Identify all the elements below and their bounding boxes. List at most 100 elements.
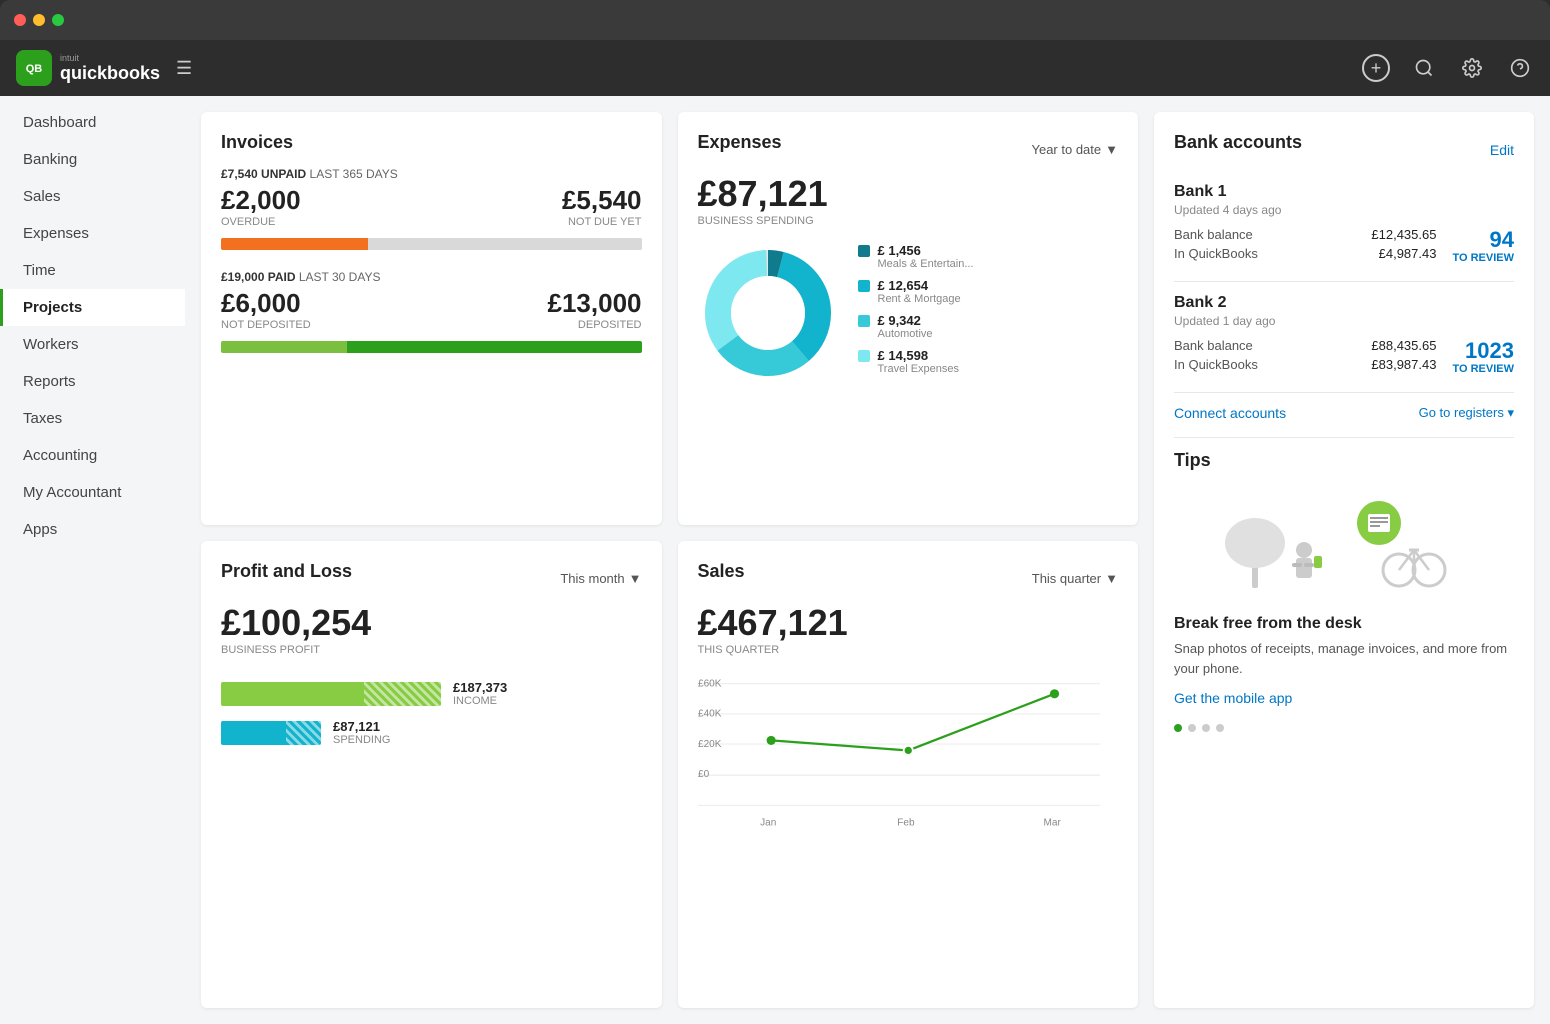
expenses-period-selector[interactable]: Year to date ▼ [1031,142,1118,157]
header-left: QB intuit quickbooks ☰ [16,50,192,86]
svg-text:£0: £0 [698,769,710,780]
expenses-card: Expenses Year to date ▼ £87,121 BUSINESS… [678,112,1139,525]
sidebar-item-reports[interactable]: Reports [0,363,185,400]
dot-2 [1188,724,1196,732]
bank1-name: Bank 1 [1174,183,1514,201]
sidebar: Dashboard Banking Sales Expenses Time Pr… [0,96,185,1024]
connect-row: Connect accounts Go to registers ▾ [1174,405,1514,421]
bank2-review[interactable]: 1023 TO REVIEW [1436,339,1514,375]
bank1-section: Bank 1 Updated 4 days ago Bank balance £… [1174,183,1514,265]
sales-subtitle: THIS QUARTER [698,644,1119,656]
sidebar-item-accounting[interactable]: Accounting [0,437,185,474]
sales-period-selector[interactable]: This quarter ▼ [1032,571,1118,586]
spending-bar [221,721,321,745]
get-mobile-app-link[interactable]: Get the mobile app [1174,690,1292,706]
main-layout: Dashboard Banking Sales Expenses Time Pr… [0,96,1550,1024]
add-button[interactable]: + [1362,54,1390,82]
dot-3 [1202,724,1210,732]
spending-bar-row: £87,121 SPENDING [221,719,642,746]
intuit-label: intuit [60,53,160,63]
not-deposited-amount: £6,000 [221,288,311,319]
expenses-legend: £ 1,456 Meals & Entertain... £ 12,654 Re… [858,243,974,383]
legend-item-automotive: £ 9,342 Automotive [858,313,974,340]
sidebar-item-time[interactable]: Time [0,252,185,289]
expenses-title: Expenses [698,132,782,153]
expenses-total: £87,121 [698,173,1119,215]
bank1-balance-row: Bank balance £12,435.65 [1174,227,1436,242]
bank-divider-2 [1174,392,1514,393]
tips-text: Snap photos of receipts, manage invoices… [1174,639,1514,678]
bank2-qb-row: In QuickBooks £83,987.43 [1174,357,1436,372]
dot-4 [1216,724,1224,732]
logo: QB intuit quickbooks [16,50,160,86]
svg-text:£20K: £20K [698,739,722,750]
tips-divider [1174,437,1514,438]
svg-text:Jan: Jan [760,817,776,828]
bank2-name: Bank 2 [1174,294,1514,312]
invoices-title: Invoices [221,132,642,153]
tips-section: Tips [1174,437,1514,732]
sidebar-item-workers[interactable]: Workers [0,326,185,363]
legend-item-rent: £ 12,654 Rent & Mortgage [858,278,974,305]
maximize-button[interactable] [52,14,64,26]
logo-text: intuit quickbooks [60,53,160,84]
not-due-bar [368,238,641,250]
overdue-label: OVERDUE [221,216,301,228]
help-icon[interactable] [1506,54,1534,82]
pnl-period-selector[interactable]: This month ▼ [560,571,641,586]
deposited-progress-bar [221,341,642,353]
svg-text:£60K: £60K [698,678,722,689]
bank-edit-link[interactable]: Edit [1490,142,1514,158]
legend-item-meals: £ 1,456 Meals & Entertain... [858,243,974,270]
income-bar-row: £187,373 INCOME [221,680,642,707]
sidebar-item-sales[interactable]: Sales [0,178,185,215]
sidebar-item-projects[interactable]: Projects [0,289,185,326]
quickbooks-label: quickbooks [60,63,160,83]
bank-divider [1174,281,1514,282]
bank2-updated: Updated 1 day ago [1174,314,1514,328]
minimize-button[interactable] [33,14,45,26]
settings-icon[interactable] [1458,54,1486,82]
overdue-bar [221,238,368,250]
deposited-row: £6,000 NOT DEPOSITED £13,000 DEPOSITED [221,288,642,339]
not-deposited-label: NOT DEPOSITED [221,319,311,331]
sidebar-item-dashboard[interactable]: Dashboard [0,104,185,141]
logo-icon: QB [16,50,52,86]
pnl-subtitle: BUSINESS PROFIT [221,644,642,656]
sidebar-item-taxes[interactable]: Taxes [0,400,185,437]
pnl-header: Profit and Loss This month ▼ [221,561,642,596]
tips-heading: Break free from the desk [1174,615,1514,633]
tips-title: Tips [1174,450,1514,471]
close-button[interactable] [14,14,26,26]
expenses-subtitle: BUSINESS SPENDING [698,215,1119,227]
sidebar-item-expenses[interactable]: Expenses [0,215,185,252]
bank2-section: Bank 2 Updated 1 day ago Bank balance £8… [1174,294,1514,376]
bank1-review[interactable]: 94 TO REVIEW [1436,228,1514,264]
sales-header: Sales This quarter ▼ [698,561,1119,596]
bank2-balances: Bank balance £88,435.65 In QuickBooks £8… [1174,338,1514,376]
not-due-label: NOT DUE YET [562,216,642,228]
connect-accounts-link[interactable]: Connect accounts [1174,405,1286,421]
bank1-qb-row: In QuickBooks £4,987.43 [1174,246,1436,261]
header: QB intuit quickbooks ☰ + [0,40,1550,96]
header-right: + [1362,54,1534,82]
sales-title: Sales [698,561,745,582]
svg-text:Mar: Mar [1043,817,1061,828]
legend-item-travel: £ 14,598 Travel Expenses [858,348,974,375]
sidebar-item-banking[interactable]: Banking [0,141,185,178]
legend-color-automotive [858,315,870,327]
goto-registers-link[interactable]: Go to registers ▾ [1419,405,1514,421]
sidebar-item-apps[interactable]: Apps [0,511,185,548]
legend-color-meals [858,245,870,257]
svg-text:Feb: Feb [897,817,915,828]
paid-meta: £19,000 PAID LAST 30 DAYS [221,270,642,284]
expenses-header: Expenses Year to date ▼ [698,132,1119,167]
bank-accounts-title: Bank accounts [1174,132,1302,153]
deposited-amount: £13,000 [548,288,642,319]
sidebar-item-my-accountant[interactable]: My Accountant [0,474,185,511]
tips-illustration [1174,483,1514,603]
menu-toggle[interactable]: ☰ [176,58,192,79]
pnl-title: Profit and Loss [221,561,352,582]
legend-color-travel [858,350,870,362]
search-icon[interactable] [1410,54,1438,82]
